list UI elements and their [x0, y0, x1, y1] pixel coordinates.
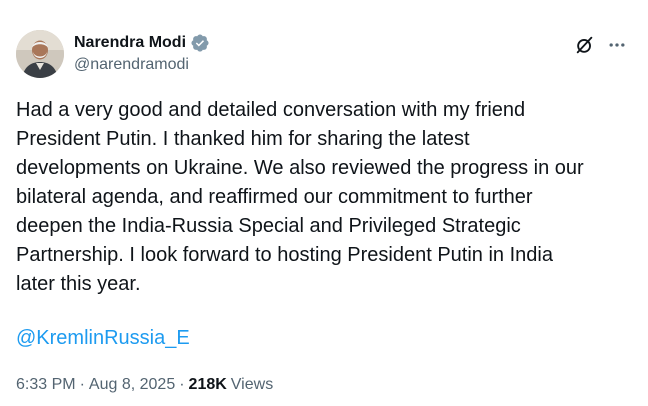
author-handle[interactable]: @narendramodi: [74, 54, 210, 76]
verified-badge-icon[interactable]: [190, 33, 210, 53]
views-label: Views: [230, 376, 274, 393]
tweet-meta: 6:33 PM · Aug 8, 2025 · 218K Views: [16, 374, 273, 396]
display-name-row: Narendra Modi: [74, 32, 210, 54]
meta-separator: ·: [179, 376, 185, 393]
avatar-portrait-icon: [16, 30, 64, 78]
tweet-time[interactable]: 6:33 PM: [16, 374, 76, 396]
author-display-name[interactable]: Narendra Modi: [74, 32, 186, 54]
tweet-header: Narendra Modi @narendramodi: [16, 30, 632, 80]
author-avatar[interactable]: [16, 30, 64, 78]
author-names: Narendra Modi @narendramodi: [74, 32, 210, 76]
tweet-date[interactable]: Aug 8, 2025: [89, 374, 175, 396]
tweet-text: Had a very good and detailed conversatio…: [16, 99, 584, 295]
more-options-icon[interactable]: [602, 30, 632, 60]
tweet-card: Narendra Modi @narendramodi Had a very g…: [0, 0, 648, 406]
header-actions: [570, 30, 632, 60]
meta-separator: ·: [79, 376, 85, 393]
mention-link[interactable]: @KremlinRussia_E: [16, 324, 190, 353]
views-count[interactable]: 218K: [189, 374, 227, 396]
grok-icon[interactable]: [570, 30, 600, 60]
